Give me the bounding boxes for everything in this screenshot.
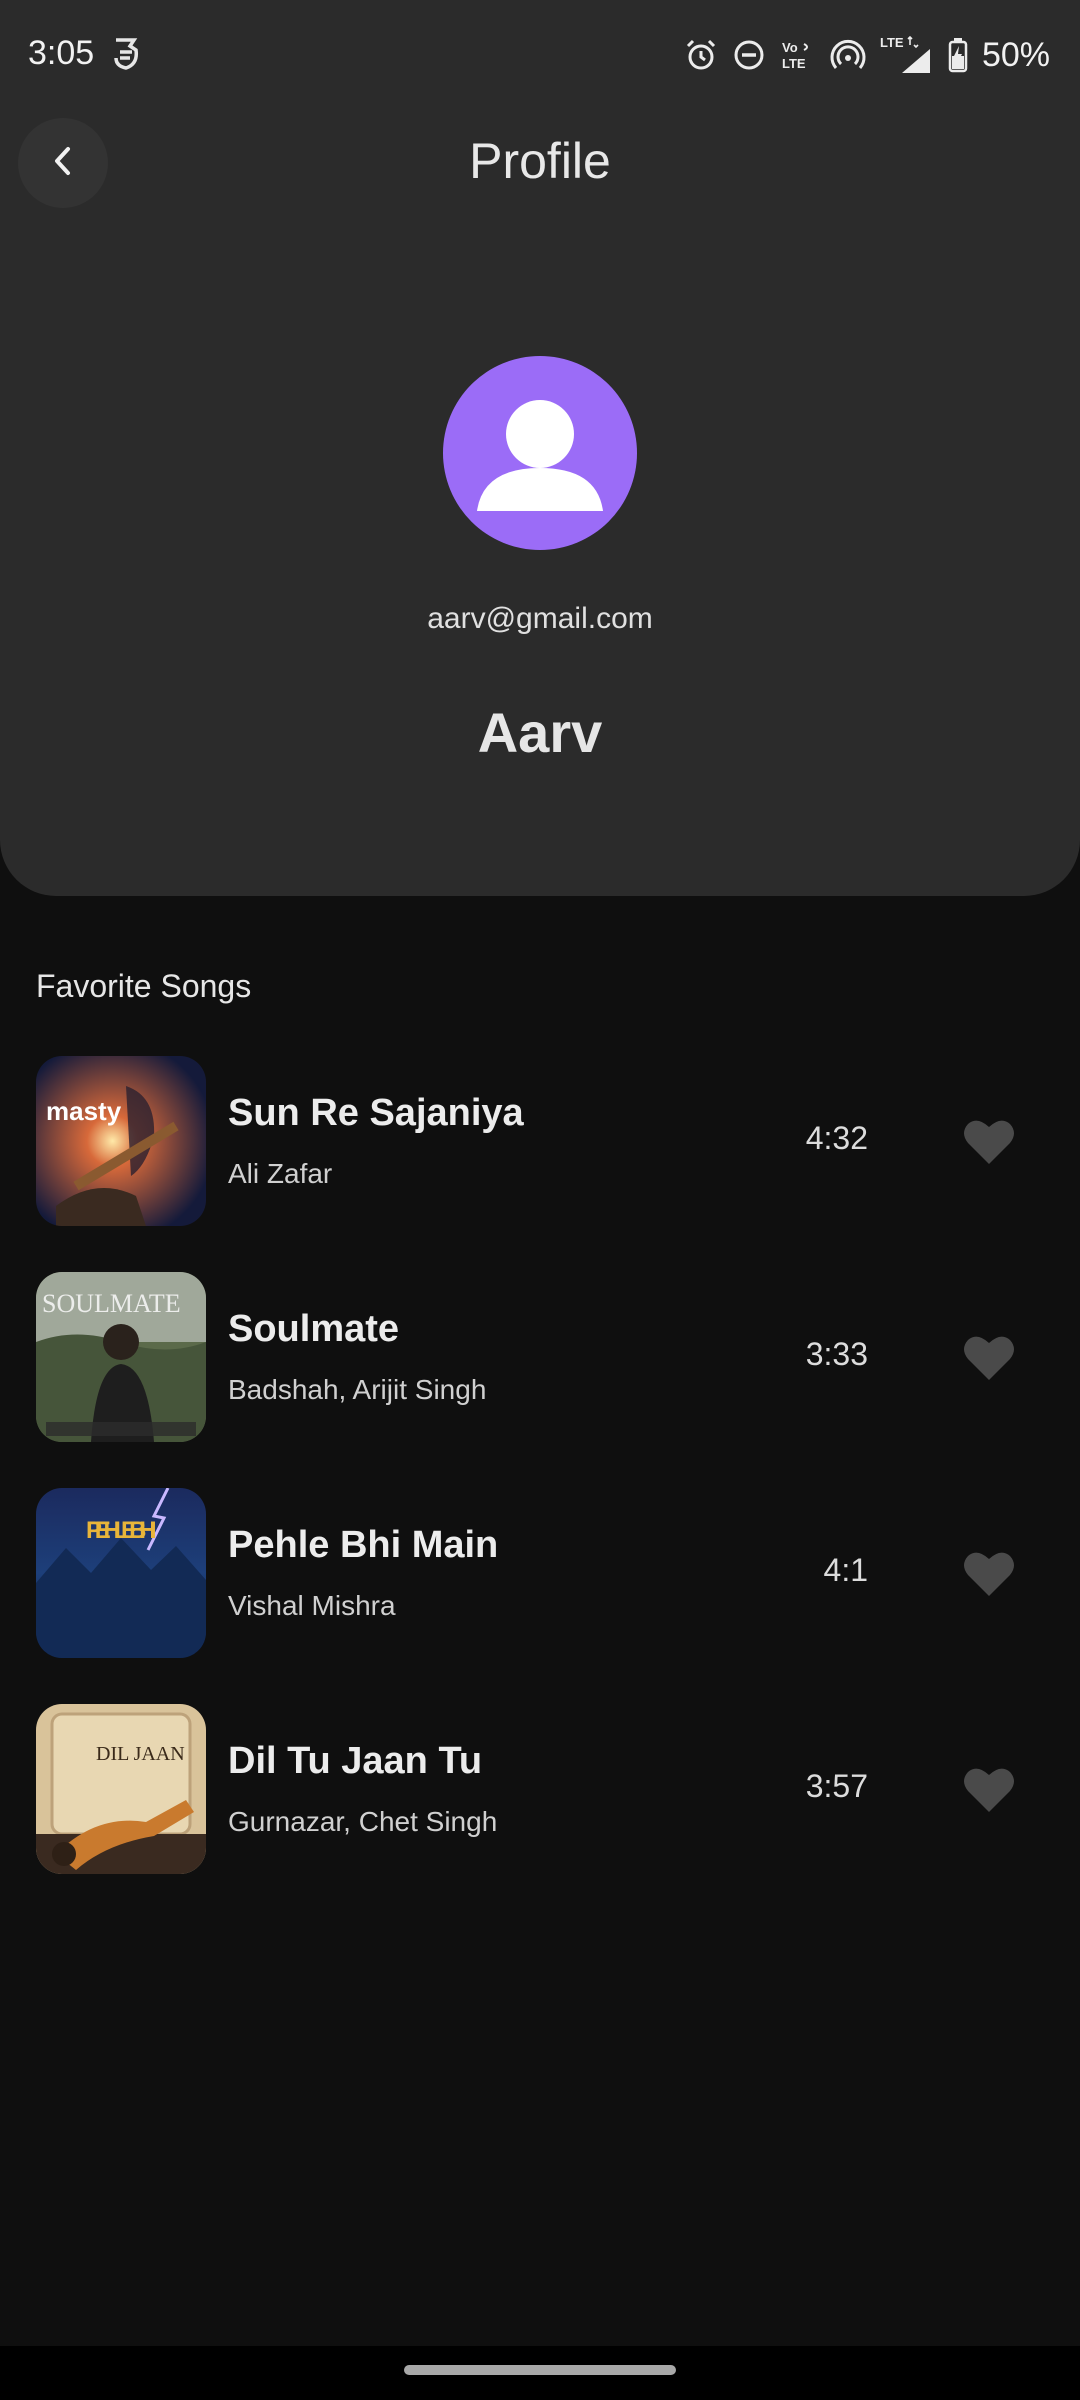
app-notification-icon (110, 36, 142, 72)
song-row[interactable]: masty Sun Re Sajaniya Ali Zafar 4:32 (0, 1054, 1080, 1270)
song-duration: 4:32 (805, 1120, 868, 1156)
song-artist: Ali Zafar (228, 1158, 333, 1189)
favorites-section-title: Favorite Songs (36, 968, 252, 1004)
user-name: Aarv (477, 701, 603, 764)
album-art: SOULMATE (36, 1272, 206, 1442)
heart-icon (964, 1768, 1014, 1812)
dnd-icon (732, 38, 766, 72)
song-duration: 3:57 (805, 1768, 868, 1804)
user-icon (477, 400, 603, 511)
user-email: aarv@gmail.com (427, 602, 653, 635)
album-art-text: DIL JAAN (96, 1743, 185, 1765)
song-duration: 3:33 (805, 1336, 868, 1372)
favorite-button[interactable] (962, 1548, 1016, 1598)
song-artist: Gurnazar, Chet Singh (228, 1806, 498, 1837)
song-title: Sun Re Sajaniya (228, 1092, 524, 1134)
battery-percentage: 50% (981, 35, 1050, 74)
album-art: masty (36, 1056, 206, 1226)
favorite-button[interactable] (962, 1116, 1016, 1166)
status-icons: Vo LTE LTE 50% (684, 30, 1050, 80)
song-title: Soulmate (228, 1308, 400, 1350)
lte-signal-icon: LTE (880, 35, 934, 75)
favorite-button[interactable] (962, 1764, 1016, 1814)
heart-icon (964, 1336, 1014, 1380)
album-art: DIL JAAN (36, 1704, 206, 1874)
heart-icon (964, 1120, 1014, 1164)
song-row[interactable]: DIL JAAN Dil Tu Jaan Tu Gurnazar, Chet S… (0, 1702, 1080, 1918)
album-art-text: masty (46, 1096, 122, 1126)
song-title: Pehle Bhi Main (228, 1524, 499, 1566)
alarm-icon (684, 38, 718, 72)
home-indicator[interactable] (404, 2365, 676, 2375)
svg-text:Vo: Vo (782, 40, 798, 55)
favorite-songs-list: masty Sun Re Sajaniya Ali Zafar 4:32 SOU… (0, 1054, 1080, 1918)
avatar[interactable] (443, 356, 637, 550)
song-duration: 4:1 (823, 1552, 868, 1588)
song-row[interactable]: PEHLE BHI Pehle Bhi Main Vishal Mishra 4… (0, 1486, 1080, 1702)
album-art-text: SOULMATE (42, 1289, 181, 1318)
album-art-text: PEHLE BHI (86, 1517, 157, 1544)
song-row[interactable]: SOULMATE Soulmate Badshah, Arijit Singh … (0, 1270, 1080, 1486)
volte-icon: Vo LTE (780, 38, 816, 72)
page-title: Profile (469, 133, 611, 189)
battery-charging-icon (948, 37, 968, 73)
song-title: Dil Tu Jaan Tu (228, 1740, 483, 1782)
heart-icon (964, 1552, 1014, 1596)
status-bar: 3:05 Vo LTE LTE 50% (0, 0, 1080, 112)
svg-text:LTE: LTE (782, 56, 806, 71)
svg-text:LTE: LTE (880, 35, 904, 50)
song-artist: Badshah, Arijit Singh (228, 1374, 487, 1405)
album-art: PEHLE BHI (36, 1488, 206, 1658)
song-artist: Vishal Mishra (228, 1590, 396, 1621)
favorite-button[interactable] (962, 1332, 1016, 1382)
hotspot-icon (830, 38, 866, 72)
profile-screen: 3:05 Vo LTE LTE 50% Profile aarv@gmail.c… (0, 0, 1080, 2400)
status-time: 3:05 (28, 34, 95, 72)
